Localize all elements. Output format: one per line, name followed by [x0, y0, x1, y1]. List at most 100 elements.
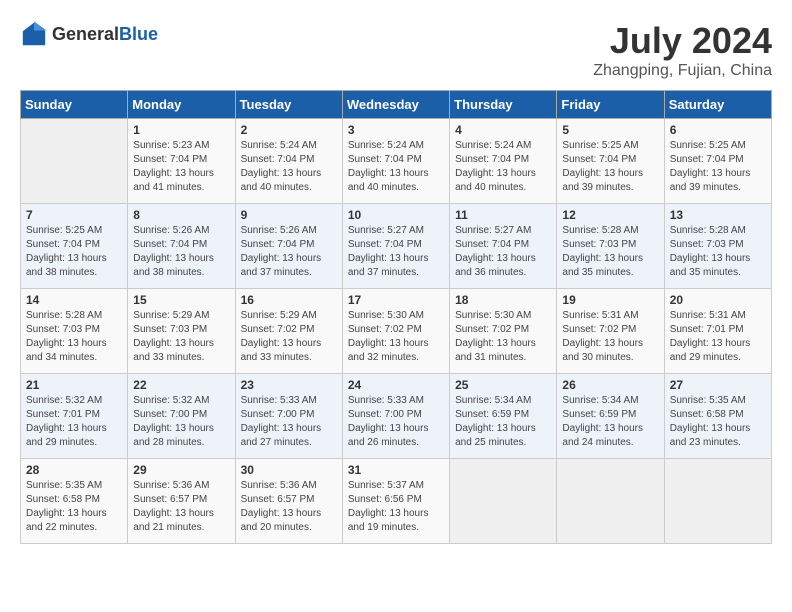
logo: GeneralBlue: [20, 20, 158, 48]
day-number: 29: [133, 463, 229, 477]
day-number: 10: [348, 208, 444, 222]
day-number: 30: [241, 463, 337, 477]
calendar-cell: [557, 459, 664, 544]
calendar-cell: 2 Sunrise: 5:24 AMSunset: 7:04 PMDaylight…: [235, 119, 342, 204]
calendar-table: SundayMondayTuesdayWednesdayThursdayFrid…: [20, 90, 772, 544]
calendar-cell: 27Sunrise: 5:35 AMSunset: 6:58 PMDayligh…: [664, 374, 771, 459]
cell-sun-info: Sunrise: 5:27 AMSunset: 7:04 PMDaylight:…: [455, 224, 551, 280]
calendar-cell: 12 Sunrise: 5:28 AMSunset: 7:03 PMDayligh…: [557, 204, 664, 289]
cell-sun-info: Sunrise: 5:33 AMSunset: 7:00 PMDaylight:…: [348, 394, 444, 450]
calendar-cell: 20Sunrise: 5:31 AMSunset: 7:01 PMDayligh…: [664, 289, 771, 374]
day-number: 1: [133, 123, 229, 137]
cell-sun-info: Sunrise: 5:36 AMSunset: 6:57 PMDaylight:…: [133, 479, 229, 535]
cell-sun-info: Sunrise: 5:30 AMSunset: 7:02 PMDaylight:…: [348, 309, 444, 365]
calendar-cell: [450, 459, 557, 544]
calendar-cell: 25 Sunrise: 5:34 AMSunset: 6:59 PMDayligh…: [450, 374, 557, 459]
cell-sun-info: Sunrise: 5:32 AMSunset: 7:01 PMDaylight:…: [26, 394, 122, 450]
weekday-header-row: SundayMondayTuesdayWednesdayThursdayFrid…: [21, 91, 772, 119]
cell-sun-info: Sunrise: 5:24 AMSunset: 7:04 PMDaylight:…: [348, 139, 444, 195]
cell-sun-info: Sunrise: 5:28 AMSunset: 7:03 PMDaylight:…: [26, 309, 122, 365]
calendar-cell: 1 Sunrise: 5:23 AMSunset: 7:04 PMDaylight…: [128, 119, 235, 204]
day-number: 16: [241, 293, 337, 307]
day-number: 13: [670, 208, 766, 222]
calendar-cell: 15 Sunrise: 5:29 AMSunset: 7:03 PMDayligh…: [128, 289, 235, 374]
logo-general-text: General: [52, 24, 119, 44]
calendar-cell: 28 Sunrise: 5:35 AMSunset: 6:58 PMDayligh…: [21, 459, 128, 544]
cell-sun-info: Sunrise: 5:23 AMSunset: 7:04 PMDaylight:…: [133, 139, 229, 195]
day-number: 15: [133, 293, 229, 307]
cell-sun-info: Sunrise: 5:30 AMSunset: 7:02 PMDaylight:…: [455, 309, 551, 365]
calendar-cell: 3Sunrise: 5:24 AMSunset: 7:04 PMDaylight…: [342, 119, 449, 204]
weekday-header-wednesday: Wednesday: [342, 91, 449, 119]
calendar-cell: 23 Sunrise: 5:33 AMSunset: 7:00 PMDayligh…: [235, 374, 342, 459]
location: Zhangping, Fujian, China: [593, 62, 772, 80]
cell-sun-info: Sunrise: 5:28 AMSunset: 7:03 PMDaylight:…: [562, 224, 658, 280]
cell-sun-info: Sunrise: 5:25 AMSunset: 7:04 PMDaylight:…: [562, 139, 658, 195]
cell-sun-info: Sunrise: 5:34 AMSunset: 6:59 PMDaylight:…: [455, 394, 551, 450]
day-number: 24: [348, 378, 444, 392]
calendar-cell: [21, 119, 128, 204]
cell-sun-info: Sunrise: 5:29 AMSunset: 7:02 PMDaylight:…: [241, 309, 337, 365]
calendar-cell: 29 Sunrise: 5:36 AMSunset: 6:57 PMDayligh…: [128, 459, 235, 544]
calendar-cell: 7Sunrise: 5:25 AMSunset: 7:04 PMDaylight…: [21, 204, 128, 289]
cell-sun-info: Sunrise: 5:31 AMSunset: 7:02 PMDaylight:…: [562, 309, 658, 365]
cell-sun-info: Sunrise: 5:34 AMSunset: 6:59 PMDaylight:…: [562, 394, 658, 450]
calendar-cell: 9 Sunrise: 5:26 AMSunset: 7:04 PMDaylight…: [235, 204, 342, 289]
cell-sun-info: Sunrise: 5:25 AMSunset: 7:04 PMDaylight:…: [670, 139, 766, 195]
calendar-cell: 19 Sunrise: 5:31 AMSunset: 7:02 PMDayligh…: [557, 289, 664, 374]
day-number: 26: [562, 378, 658, 392]
calendar-cell: 30Sunrise: 5:36 AMSunset: 6:57 PMDayligh…: [235, 459, 342, 544]
cell-sun-info: Sunrise: 5:24 AMSunset: 7:04 PMDaylight:…: [241, 139, 337, 195]
logo-icon: [20, 20, 48, 48]
day-number: 22: [133, 378, 229, 392]
weekday-header-thursday: Thursday: [450, 91, 557, 119]
calendar-cell: 22 Sunrise: 5:32 AMSunset: 7:00 PMDayligh…: [128, 374, 235, 459]
day-number: 11: [455, 208, 551, 222]
day-number: 6: [670, 123, 766, 137]
cell-sun-info: Sunrise: 5:28 AMSunset: 7:03 PMDaylight:…: [670, 224, 766, 280]
weekday-header-sunday: Sunday: [21, 91, 128, 119]
weekday-header-monday: Monday: [128, 91, 235, 119]
day-number: 12: [562, 208, 658, 222]
weekday-header-saturday: Saturday: [664, 91, 771, 119]
week-row-1: 1 Sunrise: 5:23 AMSunset: 7:04 PMDaylight…: [21, 119, 772, 204]
cell-sun-info: Sunrise: 5:24 AMSunset: 7:04 PMDaylight:…: [455, 139, 551, 195]
month-title: July 2024: [593, 20, 772, 62]
cell-sun-info: Sunrise: 5:26 AMSunset: 7:04 PMDaylight:…: [133, 224, 229, 280]
calendar-cell: 5 Sunrise: 5:25 AMSunset: 7:04 PMDaylight…: [557, 119, 664, 204]
day-number: 14: [26, 293, 122, 307]
title-block: July 2024 Zhangping, Fujian, China: [593, 20, 772, 80]
day-number: 2: [241, 123, 337, 137]
calendar-cell: 8 Sunrise: 5:26 AMSunset: 7:04 PMDaylight…: [128, 204, 235, 289]
weekday-header-friday: Friday: [557, 91, 664, 119]
day-number: 25: [455, 378, 551, 392]
week-row-3: 14 Sunrise: 5:28 AMSunset: 7:03 PMDayligh…: [21, 289, 772, 374]
cell-sun-info: Sunrise: 5:33 AMSunset: 7:00 PMDaylight:…: [241, 394, 337, 450]
cell-sun-info: Sunrise: 5:37 AMSunset: 6:56 PMDaylight:…: [348, 479, 444, 535]
calendar-cell: 21Sunrise: 5:32 AMSunset: 7:01 PMDayligh…: [21, 374, 128, 459]
calendar-cell: 24 Sunrise: 5:33 AMSunset: 7:00 PMDayligh…: [342, 374, 449, 459]
calendar-cell: 4 Sunrise: 5:24 AMSunset: 7:04 PMDaylight…: [450, 119, 557, 204]
day-number: 5: [562, 123, 658, 137]
day-number: 31: [348, 463, 444, 477]
day-number: 4: [455, 123, 551, 137]
day-number: 27: [670, 378, 766, 392]
cell-sun-info: Sunrise: 5:32 AMSunset: 7:00 PMDaylight:…: [133, 394, 229, 450]
day-number: 8: [133, 208, 229, 222]
day-number: 23: [241, 378, 337, 392]
day-number: 28: [26, 463, 122, 477]
day-number: 19: [562, 293, 658, 307]
calendar-cell: 6 Sunrise: 5:25 AMSunset: 7:04 PMDaylight…: [664, 119, 771, 204]
day-number: 9: [241, 208, 337, 222]
weekday-header-tuesday: Tuesday: [235, 91, 342, 119]
calendar-cell: 31 Sunrise: 5:37 AMSunset: 6:56 PMDayligh…: [342, 459, 449, 544]
calendar-cell: 16 Sunrise: 5:29 AMSunset: 7:02 PMDayligh…: [235, 289, 342, 374]
calendar-cell: 10Sunrise: 5:27 AMSunset: 7:04 PMDayligh…: [342, 204, 449, 289]
day-number: 20: [670, 293, 766, 307]
week-row-4: 21Sunrise: 5:32 AMSunset: 7:01 PMDayligh…: [21, 374, 772, 459]
cell-sun-info: Sunrise: 5:35 AMSunset: 6:58 PMDaylight:…: [26, 479, 122, 535]
calendar-cell: 14 Sunrise: 5:28 AMSunset: 7:03 PMDayligh…: [21, 289, 128, 374]
page-header: GeneralBlue July 2024 Zhangping, Fujian,…: [20, 20, 772, 80]
cell-sun-info: Sunrise: 5:29 AMSunset: 7:03 PMDaylight:…: [133, 309, 229, 365]
cell-sun-info: Sunrise: 5:26 AMSunset: 7:04 PMDaylight:…: [241, 224, 337, 280]
